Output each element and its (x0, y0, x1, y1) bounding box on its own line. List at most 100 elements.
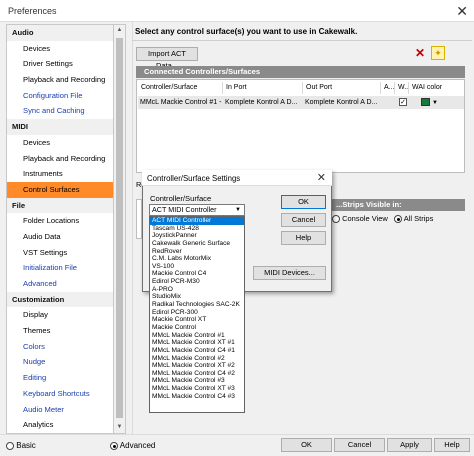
import-act-data-button[interactable]: Import ACT Data... (136, 47, 198, 70)
dropdown-option[interactable]: Mackie Control (150, 324, 244, 332)
dropdown-option[interactable]: Edirol PCR-M30 (150, 278, 244, 286)
nav-category[interactable]: MIDI (7, 119, 113, 135)
nav-item[interactable]: Analytics (7, 417, 113, 433)
dropdown-option[interactable]: JoystickPanner (150, 232, 244, 240)
basic-radio[interactable] (6, 441, 14, 450)
col-header-a[interactable]: A... (381, 82, 395, 94)
nav-category[interactable]: File (7, 197, 113, 214)
nav-item[interactable]: Sync and Caching (7, 103, 113, 119)
nav-item[interactable]: Keyboard Shortcuts (7, 386, 113, 402)
dialog-help-button[interactable]: Help (281, 231, 326, 245)
nav-item[interactable]: Playback and Recording (7, 72, 113, 88)
ok-button[interactable]: OK (281, 438, 332, 452)
dialog-close-icon[interactable]: ✕ (317, 171, 326, 184)
dropdown-option[interactable]: Radikal Technologies SAC-2K (150, 301, 244, 309)
scroll-thumb[interactable] (116, 38, 123, 418)
advanced-label: Advanced (119, 441, 156, 450)
nav-scrollbar[interactable]: ▲ ▼ (114, 24, 126, 434)
col-header-in-port[interactable]: In Port (223, 82, 303, 94)
help-button[interactable]: Help (434, 438, 470, 452)
nav-item[interactable]: Themes (7, 323, 113, 339)
controller-surface-label: Controller/Surface (150, 194, 212, 203)
col-header-w[interactable]: W... (395, 82, 409, 94)
controller-surface-select[interactable]: ACT MIDI Controller ▼ (149, 204, 245, 216)
col-header-out-port[interactable]: Out Port (303, 82, 381, 94)
add-surface-icon[interactable]: ✦ (431, 46, 445, 60)
cell-out-port[interactable]: Komplete Kontrol A D... (303, 97, 381, 108)
controller-dropdown-list[interactable]: ACT MIDI Controller Tascam US-428 Joystick… (149, 216, 245, 413)
nav-item[interactable]: Driver Settings (7, 56, 113, 72)
basic-mode[interactable]: Basic (6, 441, 36, 450)
divider (132, 40, 472, 41)
delete-icon[interactable]: ✕ (413, 46, 427, 60)
controllers-table: Controller/Surface In Port Out Port A...… (136, 79, 465, 173)
window-close-icon[interactable]: ✕ (456, 2, 468, 20)
dropdown-option[interactable]: Tascam US-428 (150, 225, 244, 233)
dropdown-option[interactable]: MMcL Mackie Control XT #2 (150, 362, 244, 370)
select-value: ACT MIDI Controller (152, 205, 217, 214)
nav-item[interactable]: Audio Data (7, 229, 113, 245)
dropdown-option[interactable]: Mackie Control C4 (150, 270, 244, 278)
strips-visible-options: Console View All Strips (332, 214, 433, 224)
scroll-up-icon[interactable]: ▲ (114, 25, 125, 36)
window-titlebar: Preferences ✕ (0, 0, 474, 22)
dropdown-option[interactable]: MMcL Mackie Control C4 #3 (150, 393, 244, 401)
nav-item[interactable]: Devices (7, 135, 113, 151)
nav-item[interactable]: Editing (7, 370, 113, 386)
col-header-wai-color[interactable]: WAI color (409, 82, 463, 94)
dropdown-option[interactable]: A-PRO (150, 286, 244, 294)
dropdown-option[interactable]: C.M. Labs MotorMix (150, 255, 244, 263)
advanced-radio[interactable] (110, 441, 118, 450)
cancel-button[interactable]: Cancel (334, 438, 385, 452)
dialog-cancel-button[interactable]: Cancel (281, 213, 326, 227)
nav-item[interactable]: Control Surfaces (7, 181, 113, 198)
midi-devices-button[interactable]: MIDI Devices... (253, 266, 326, 280)
nav-item[interactable]: Instruments (7, 166, 113, 182)
nav-item[interactable]: VST Settings (7, 245, 113, 261)
dropdown-option[interactable]: ACT MIDI Controller (150, 217, 244, 225)
nav-item[interactable]: Advanced (7, 276, 113, 292)
nav-item[interactable]: Initialization File (7, 260, 113, 276)
nav-item[interactable]: Audio Meter (7, 402, 113, 418)
cell-controller[interactable]: MMcL Mackie Control #1 - ... (138, 97, 223, 108)
nav-category[interactable]: Customization (7, 291, 113, 308)
all-strips-radio[interactable] (394, 215, 403, 224)
dropdown-option[interactable]: Mackie Control XT (150, 316, 244, 324)
nav-item[interactable]: Configuration File (7, 88, 113, 104)
scroll-down-icon[interactable]: ▼ (114, 422, 125, 433)
dropdown-option[interactable]: MMcL Mackie Control XT #3 (150, 385, 244, 393)
nav-item[interactable]: Nudge (7, 354, 113, 370)
dropdown-option[interactable]: MMcL Mackie Control XT #1 (150, 339, 244, 347)
nav-item[interactable]: Playback and Recording (7, 151, 113, 167)
nav-item[interactable]: Display (7, 307, 113, 323)
chevron-down-icon: ▼ (235, 207, 241, 213)
dialog-ok-button[interactable]: OK (281, 195, 326, 209)
preferences-nav-tree: Audio Devices Driver Settings Playback and … (6, 24, 114, 434)
dropdown-option[interactable]: MMcL Mackie Control #1 (150, 332, 244, 340)
dialog-titlebar: Controller/Surface Settings ✕ (142, 170, 332, 186)
wai-checkbox[interactable]: ✓ (397, 97, 409, 108)
dropdown-option[interactable]: Cakewalk Generic Surface (150, 240, 244, 248)
col-header-controller[interactable]: Controller/Surface (138, 82, 223, 94)
dropdown-option[interactable]: RedRover (150, 248, 244, 256)
dropdown-option[interactable]: Edirol PCR-300 (150, 309, 244, 317)
connected-controllers-header: Connected Controllers/Surfaces (136, 66, 465, 78)
apply-button[interactable]: Apply (387, 438, 432, 452)
dropdown-option[interactable]: MMcL Mackie Control C4 #1 (150, 347, 244, 355)
dropdown-option[interactable]: VS-100 (150, 263, 244, 271)
dropdown-option[interactable]: MMcL Mackie Control C4 #2 (150, 370, 244, 378)
wai-color-swatch (421, 98, 430, 107)
window-title: Preferences (8, 6, 57, 16)
nav-category[interactable]: Audio (7, 25, 113, 41)
cell-in-port[interactable]: Komplete Kontrol A D... (223, 97, 303, 108)
console-view-radio[interactable] (332, 215, 340, 224)
dropdown-option[interactable]: StudioMix (150, 293, 244, 301)
nav-item[interactable]: Colors (7, 339, 113, 355)
advanced-mode[interactable]: Advanced (110, 441, 155, 450)
nav-item[interactable]: Devices (7, 41, 113, 57)
dropdown-option[interactable]: MMcL Mackie Control #2 (150, 355, 244, 363)
chevron-down-icon: ▼ (431, 100, 438, 106)
nav-item[interactable]: Folder Locations (7, 213, 113, 229)
dropdown-option[interactable]: MMcL Mackie Control #3 (150, 377, 244, 385)
wai-color-picker[interactable]: ▼ (419, 97, 459, 108)
